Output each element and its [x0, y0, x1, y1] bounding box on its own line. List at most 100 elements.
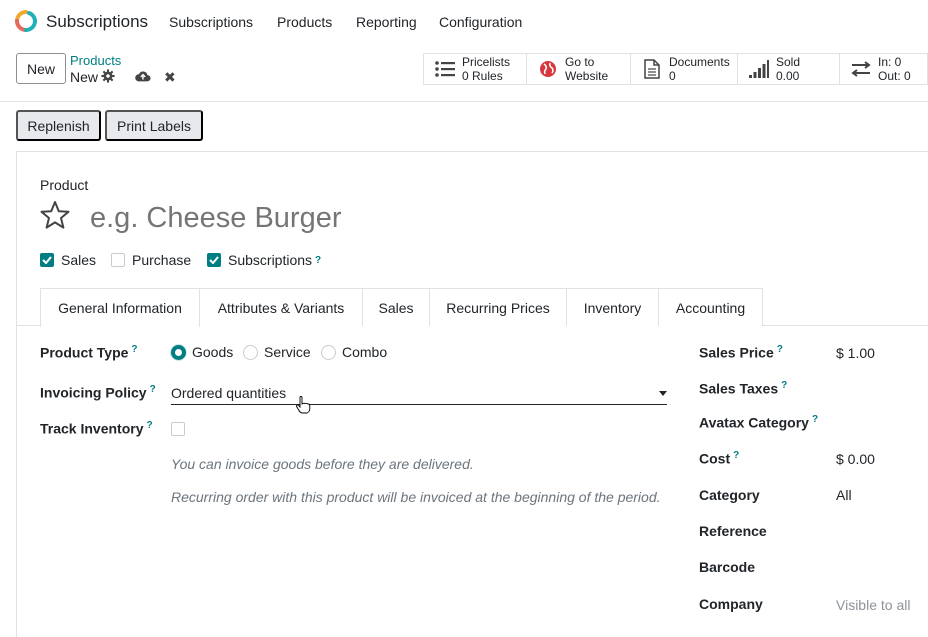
purchase-checkbox-label: Purchase — [132, 252, 192, 268]
radio-service-label: Service — [264, 344, 311, 360]
document-icon — [641, 59, 663, 79]
purchase-checkbox-row[interactable]: Purchase — [111, 252, 191, 268]
radio-service[interactable]: Service — [243, 344, 311, 360]
nav-item-products[interactable]: Products — [277, 14, 332, 30]
subscriptions-checkbox-label: Subscriptions — [228, 252, 313, 268]
sales-taxes-label: Sales Taxes? — [699, 380, 787, 397]
in-out-stat-button[interactable]: In: 0 Out: 0 — [839, 53, 928, 85]
cost-label: Cost? — [699, 450, 739, 467]
invoicing-policy-label: Invoicing Policy? — [40, 384, 156, 401]
tab-recurring-prices[interactable]: Recurring Prices — [429, 288, 567, 326]
product-type-label: Product Type? — [40, 344, 138, 361]
sold-stat-button[interactable]: Sold 0.00 — [737, 53, 839, 85]
stat-out-label: Out: 0 — [878, 69, 911, 83]
sales-checkbox[interactable] — [40, 253, 54, 267]
discard-icon[interactable]: ✖ — [164, 69, 176, 85]
company-field[interactable]: Visible to all — [836, 597, 910, 613]
invoice-note: You can invoice goods before they are de… — [171, 456, 474, 472]
avatax-category-label-text: Avatax Category — [699, 414, 809, 431]
list-icon — [434, 59, 456, 79]
radio-combo-label: Combo — [342, 344, 388, 360]
hand-cursor-icon — [296, 396, 311, 414]
top-navbar: Subscriptions Subscriptions Products Rep… — [0, 0, 928, 44]
cost-label-text: Cost — [699, 450, 731, 467]
tab-attributes-variants[interactable]: Attributes & Variants — [199, 288, 363, 326]
replenish-button[interactable]: Replenish — [16, 110, 101, 141]
control-panel-divider — [0, 101, 928, 102]
sales-price-field[interactable]: $ 1.00 — [836, 345, 875, 361]
stat-sold-label: Sold — [776, 55, 801, 69]
radio-goods-dot[interactable] — [171, 344, 186, 360]
track-inventory-label-text: Track Inventory — [40, 420, 144, 437]
invoicing-policy-value: Ordered quantities — [171, 385, 287, 401]
cost-field[interactable]: $ 0.00 — [836, 451, 875, 467]
cost-help-icon[interactable]: ? — [733, 450, 739, 461]
subscriptions-checkbox-row[interactable]: Subscriptions ? — [207, 252, 321, 268]
tab-inventory[interactable]: Inventory — [566, 288, 659, 326]
subscriptions-help-icon[interactable]: ? — [315, 255, 321, 266]
purchase-checkbox[interactable] — [111, 253, 125, 267]
tab-general-information[interactable]: General Information — [40, 288, 200, 327]
print-labels-button[interactable]: Print Labels — [105, 110, 203, 141]
sales-price-help-icon[interactable]: ? — [777, 344, 783, 355]
stat-documents-value: 0 — [669, 69, 676, 83]
go-to-website-button[interactable]: Go to Website — [526, 53, 630, 85]
sales-checkbox-row[interactable]: Sales — [40, 252, 96, 268]
track-inventory-label: Track Inventory? — [40, 420, 153, 437]
gear-icon[interactable] — [101, 69, 115, 83]
chevron-down-icon — [659, 391, 667, 396]
stat-in-label: In: 0 — [878, 55, 902, 69]
app-name[interactable]: Subscriptions — [46, 12, 148, 32]
radio-goods-label: Goods — [192, 344, 234, 360]
track-inventory-checkbox[interactable] — [171, 422, 185, 436]
stat-website-line1: Go to — [565, 55, 595, 69]
tab-sales[interactable]: Sales — [362, 288, 430, 326]
stat-pricelists-label: Pricelists — [462, 55, 511, 69]
track-inventory-help-icon[interactable]: ? — [147, 420, 153, 431]
exchange-icon — [850, 59, 872, 79]
signal-icon — [748, 59, 770, 79]
globe-icon — [537, 59, 559, 79]
sales-price-label: Sales Price? — [699, 344, 783, 361]
radio-combo-dot[interactable] — [321, 344, 336, 360]
product-name-input[interactable] — [90, 199, 690, 237]
invoicing-policy-label-text: Invoicing Policy — [40, 384, 147, 401]
invoicing-policy-help-icon[interactable]: ? — [150, 384, 156, 395]
sales-taxes-help-icon[interactable]: ? — [781, 380, 787, 391]
product-type-help-icon[interactable]: ? — [131, 344, 137, 355]
radio-goods[interactable]: Goods — [171, 344, 233, 360]
breadcrumb-current: New — [70, 69, 99, 85]
invoicing-policy-select[interactable]: Ordered quantities — [171, 383, 667, 405]
stat-documents-label: Documents — [669, 55, 730, 69]
stat-website-line2: Website — [565, 69, 609, 83]
barcode-label: Barcode — [699, 559, 756, 575]
breadcrumb-products-link[interactable]: Products — [70, 53, 121, 68]
tab-accounting[interactable]: Accounting — [658, 288, 763, 326]
product-type-label-text: Product Type — [40, 344, 129, 361]
save-cloud-icon[interactable] — [135, 69, 151, 83]
nav-item-subscriptions[interactable]: Subscriptions — [169, 14, 253, 30]
stat-pricelists-value: 0 Rules — [462, 69, 503, 83]
sales-taxes-label-text: Sales Taxes — [699, 380, 779, 397]
new-button[interactable]: New — [16, 53, 66, 84]
radio-combo[interactable]: Combo — [321, 344, 387, 360]
recurring-note: Recurring order with this product will b… — [171, 489, 661, 505]
nav-item-reporting[interactable]: Reporting — [356, 14, 417, 30]
radio-service-dot[interactable] — [243, 344, 258, 360]
avatax-help-icon[interactable]: ? — [812, 414, 818, 425]
avatax-category-label: Avatax Category? — [699, 414, 818, 431]
category-field[interactable]: All — [836, 487, 852, 503]
favorite-star-icon[interactable] — [39, 200, 71, 230]
product-label: Product — [40, 177, 89, 193]
reference-label: Reference — [699, 523, 767, 539]
nav-item-configuration[interactable]: Configuration — [439, 14, 522, 30]
pricelists-stat-button[interactable]: Pricelists 0 Rules — [423, 53, 526, 85]
stat-sold-value: 0.00 — [776, 69, 800, 83]
sales-checkbox-label: Sales — [61, 252, 97, 268]
app-logo-icon[interactable] — [15, 10, 37, 32]
sales-price-label-text: Sales Price — [699, 344, 774, 361]
category-label: Category — [699, 487, 760, 503]
company-label: Company — [699, 596, 763, 612]
documents-stat-button[interactable]: Documents 0 — [630, 53, 737, 85]
subscriptions-checkbox[interactable] — [207, 253, 221, 267]
